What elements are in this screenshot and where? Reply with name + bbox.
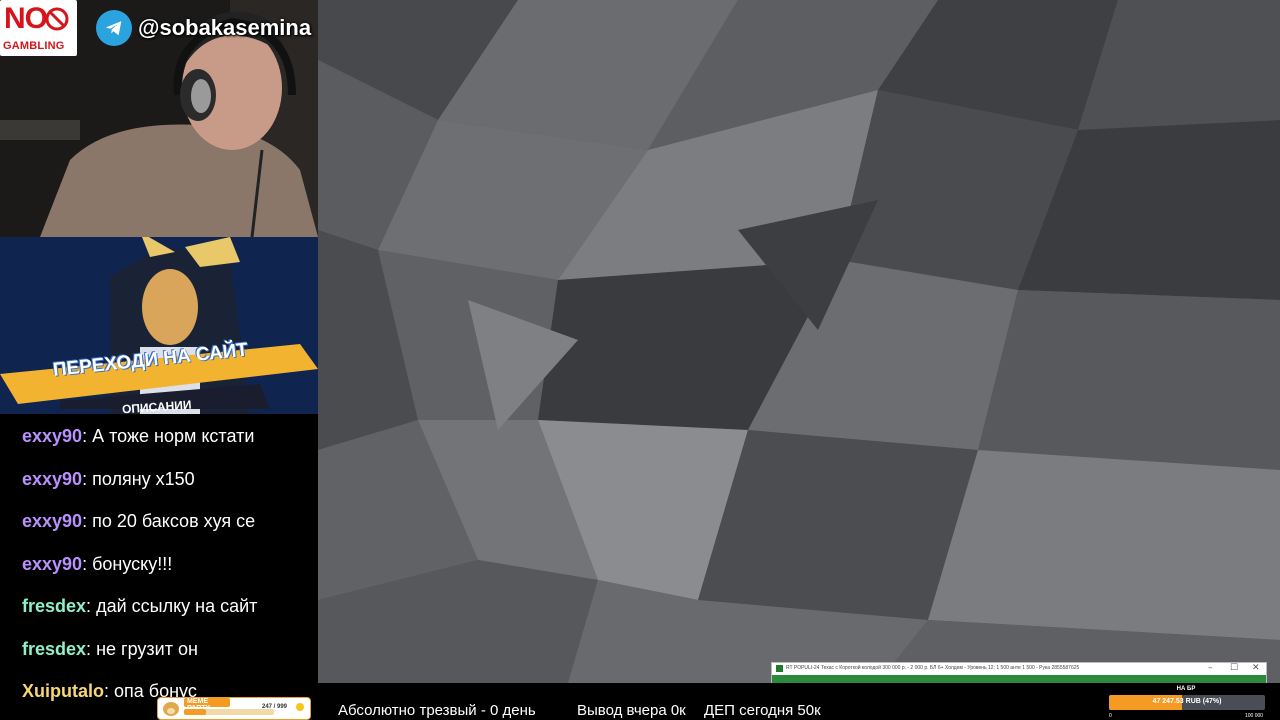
poker-window-title: RT POPULI-24 Техас с Короткой колодой 30… (786, 665, 1080, 671)
telegram-handle: @sobakasemina (138, 15, 312, 40)
meme-party-tag: MEME PARTY (184, 698, 230, 712)
meme-party-count: 247 / 999 (262, 704, 288, 710)
chat-separator: : (82, 468, 93, 489)
polygon-background (318, 0, 1280, 683)
chat-text: бонуску!!! (92, 553, 173, 574)
chat-username[interactable]: exxy90 (22, 426, 82, 446)
chat-username[interactable]: exxy90 (22, 469, 82, 489)
minimize-button[interactable]: – (1208, 663, 1213, 673)
no-gambling-logo: NO GAMBLING (0, 0, 77, 56)
chat-text: по 20 баксов хуя се (92, 511, 256, 531)
stream-background (318, 0, 1280, 683)
chat-message: exxy90: поляну х150 (22, 469, 195, 490)
poker-app-icon (776, 665, 783, 672)
prohibited-icon (45, 7, 69, 31)
chat-username[interactable]: fresdex (22, 596, 86, 616)
meme-party-progress (184, 709, 207, 715)
chat-username[interactable]: Xuiputalo (22, 681, 104, 701)
chat-separator: : (86, 638, 97, 659)
chat-separator: : (82, 426, 93, 446)
chat-message: fresdex: не грузит он (22, 639, 198, 660)
webcam-feed: NO GAMBLING @sobakasemina (0, 0, 318, 237)
telegram-icon (96, 10, 132, 46)
chat-message: exxy90: бонуску!!! (22, 554, 172, 575)
chat-message: exxy90: по 20 баксов хуя се (22, 511, 255, 532)
chat-username[interactable]: exxy90 (22, 511, 82, 531)
no-gambling-logo-top: NO (4, 2, 48, 35)
chat-message: exxy90: А тоже норм кстати (22, 426, 254, 447)
br-min: 0 (1109, 713, 1112, 719)
doge-icon (163, 702, 179, 716)
poker-client-window[interactable]: RT POPULI-24 Техас с Короткой колодой 30… (771, 662, 1267, 683)
chat-message: fresdex: дай ссылку на сайт (22, 596, 257, 617)
promo-banner[interactable]: ПЕРЕХОДИ НА САЙТ ОПИСАНИИ (0, 237, 318, 414)
close-button[interactable]: ✕ (1252, 663, 1260, 673)
chat-separator: : (104, 681, 115, 701)
left-overlay-column: NO GAMBLING @sobakasemina ПЕРЕХОДИ НА СА… (0, 0, 318, 720)
poker-table-strip (772, 675, 1266, 683)
chat-separator: : (82, 511, 93, 531)
meme-party-widget: MEME PARTY 247 / 999 (157, 697, 311, 720)
br-value: 47 247.53 RUB (47%) (1152, 698, 1222, 705)
telegram-badge[interactable]: @sobakasemina (96, 10, 311, 46)
br-tracker: НА БР 47 247.53 RUB (47%) 0 100 000 (1106, 686, 1274, 720)
meme-party-track (184, 709, 274, 715)
chat-separator: : (82, 553, 93, 574)
sober-counter: Абсолютно трезвый - 0 день (338, 702, 536, 719)
br-max: 100 000 (1245, 713, 1264, 719)
chat-username[interactable]: exxy90 (22, 554, 82, 574)
chat-username[interactable]: fresdex (22, 639, 86, 659)
br-progress-bar: 47 247.53 RUB (47%) (1109, 695, 1265, 710)
chat-text: поляну х150 (92, 468, 195, 489)
chat-text: не грузит он (96, 638, 198, 659)
chat-text: А тоже норм кстати (92, 426, 255, 446)
chat-panel: exxy90: А тоже норм кстати exxy90: поляну… (0, 414, 318, 720)
chat-text: дай ссылку на сайт (96, 596, 258, 616)
chat-separator: : (86, 596, 97, 616)
maximize-button[interactable]: ☐ (1230, 663, 1238, 673)
coin-icon (296, 703, 304, 711)
deposit-today: ДЕП сегодня 50к (704, 702, 821, 719)
br-label: НА БР (1176, 686, 1196, 692)
no-gambling-logo-bottom: GAMBLING (3, 40, 65, 52)
withdraw-yesterday: Вывод вчера 0к (577, 702, 686, 719)
